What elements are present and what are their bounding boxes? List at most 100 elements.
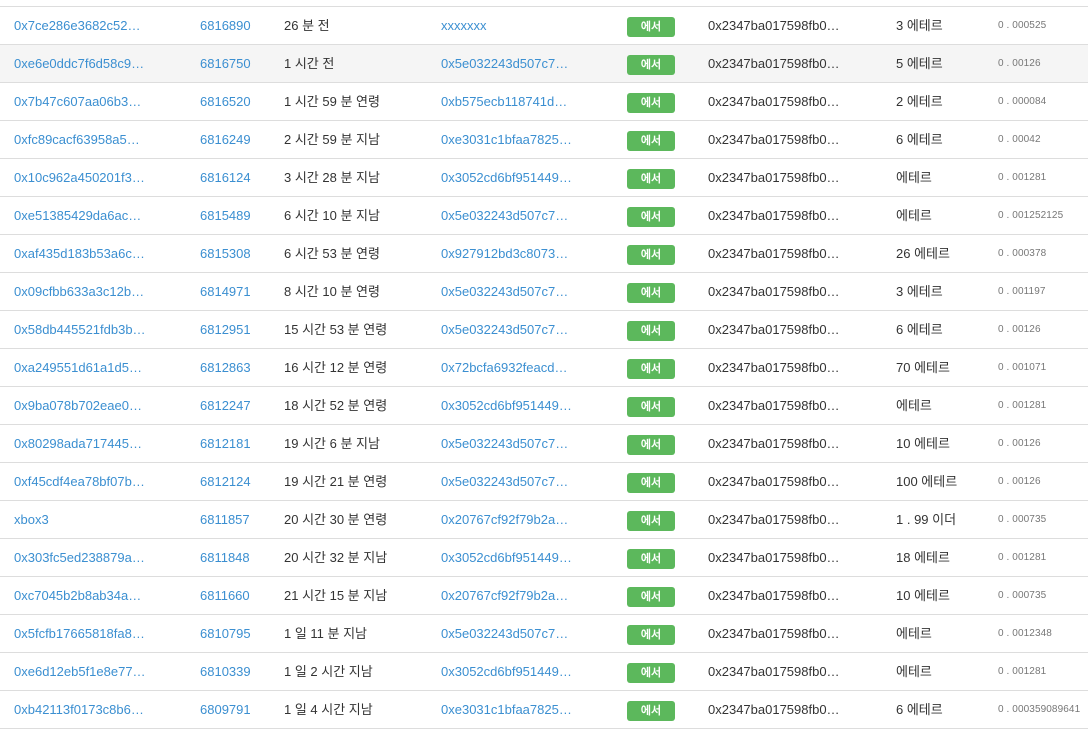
from-address-link[interactable]: 0xe3031c1bfaa7825… (441, 702, 572, 717)
to-address: 0x2347ba017598fb0… (708, 626, 840, 641)
tx-hash-link[interactable]: 0xe6d12eb5f1e8e77… (14, 664, 146, 679)
value-text: 70 에테르 (896, 360, 950, 375)
from-address-link[interactable]: 0xe3031c1bfaa7825… (441, 132, 572, 147)
table-row: 0xf45cdf4ea78bf07b… 6812124 19 시간 21 분 연… (0, 463, 1088, 501)
to-address: 0x2347ba017598fb0… (708, 512, 840, 527)
block-link[interactable]: 6811660 (200, 588, 250, 603)
from-address-link[interactable]: 0x3052cd6bf951449… (441, 550, 572, 565)
direction-badge: 에서 (627, 435, 675, 455)
from-address-link[interactable]: 0x72bcfa6932feacd… (441, 360, 567, 375)
from-address-link[interactable]: 0x927912bd3c8073… (441, 246, 568, 261)
tx-hash-link[interactable]: 0x80298ada717445… (14, 436, 142, 451)
direction-badge: 에서 (627, 93, 675, 113)
direction-badge: 에서 (627, 359, 675, 379)
value-text: 1 . 99 이더 (896, 512, 957, 527)
tx-hash-link[interactable]: 0x5fcfb17665818fa8… (14, 626, 145, 641)
direction-badge: 에서 (627, 549, 675, 569)
tx-hash-link[interactable]: 0x303fc5ed238879a… (14, 550, 145, 565)
value-text: 6 에테르 (896, 322, 943, 337)
tx-hash-link[interactable]: 0xa249551d61a1d5… (14, 360, 142, 375)
from-address-link[interactable]: 0x3052cd6bf951449… (441, 170, 572, 185)
block-link[interactable]: 6816890 (200, 18, 251, 33)
from-address-link[interactable]: 0x5e032243d507c7… (441, 474, 568, 489)
block-link[interactable]: 6812181 (200, 436, 251, 451)
to-address: 0x2347ba017598fb0… (708, 56, 840, 71)
tx-hash-link[interactable]: 0x9ba078b702eae0… (14, 398, 142, 413)
age-text: 1 시간 59 분 연령 (284, 94, 380, 109)
from-address-link[interactable]: 0x20767cf92f79b2a… (441, 512, 568, 527)
tx-hash-link[interactable]: 0xf45cdf4ea78bf07b… (14, 474, 145, 489)
tx-hash-link[interactable]: 0x7ce286e3682c52… (14, 18, 141, 33)
from-address-link[interactable]: 0x20767cf92f79b2a… (441, 588, 568, 603)
value-text: 2 에테르 (896, 94, 943, 109)
block-link[interactable]: 6816124 (200, 170, 251, 185)
block-link[interactable]: 6811857 (200, 512, 250, 527)
tx-hash-link[interactable]: 0x7b47c607aa06b3… (14, 94, 141, 109)
tx-hash-link[interactable]: 0xc7045b2b8ab34a… (14, 588, 141, 603)
from-address-link[interactable]: 0x5e032243d507c7… (441, 284, 568, 299)
block-link[interactable]: 6810339 (200, 664, 251, 679)
from-address-link[interactable]: xxxxxxx (441, 18, 487, 33)
from-address-link[interactable]: 0x5e032243d507c7… (441, 436, 568, 451)
value-text: 에테르 (896, 208, 932, 223)
tx-hash-link[interactable]: xbox3 (14, 512, 49, 527)
tx-hash-link[interactable]: 0xe51385429da6ac… (14, 208, 141, 223)
block-link[interactable]: 6812124 (200, 474, 251, 489)
age-text: 20 시간 30 분 연령 (284, 512, 388, 527)
age-text: 15 시간 53 분 연령 (284, 322, 388, 337)
to-address: 0x2347ba017598fb0… (708, 702, 840, 717)
block-link[interactable]: 6809791 (200, 702, 251, 717)
direction-badge: 에서 (627, 207, 675, 227)
direction-badge: 에서 (627, 663, 675, 683)
tx-hash-link[interactable]: 0xfc89cacf63958a5… (14, 132, 140, 147)
age-text: 19 시간 6 분 지남 (284, 436, 380, 451)
age-text: 1 시간 전 (284, 56, 335, 71)
block-link[interactable]: 6812951 (200, 322, 251, 337)
from-address-link[interactable]: 0x5e032243d507c7… (441, 322, 568, 337)
tx-hash-link[interactable]: 0xb42113f0173c8b6… (14, 702, 144, 717)
tx-hash-link[interactable]: 0x10c962a450201f3… (14, 170, 145, 185)
from-address-link[interactable]: 0x3052cd6bf951449… (441, 398, 572, 413)
value-text: 3 에테르 (896, 18, 943, 33)
tx-hash-link[interactable]: 0xe6e0ddc7f6d58c9… (14, 56, 144, 71)
value-text: 에테르 (896, 170, 932, 185)
from-address-link[interactable]: 0x5e032243d507c7… (441, 208, 568, 223)
to-address: 0x2347ba017598fb0… (708, 284, 840, 299)
direction-badge: 에서 (627, 701, 675, 721)
table-row: 0x303fc5ed238879a… 6811848 20 시간 32 분 지남… (0, 539, 1088, 577)
tx-hash-link[interactable]: 0x09cfbb633a3c12b… (14, 284, 144, 299)
to-address: 0x2347ba017598fb0… (708, 588, 840, 603)
value-text: 에테르 (896, 664, 932, 679)
block-link[interactable]: 6816249 (200, 132, 251, 147)
from-address-link[interactable]: 0x5e032243d507c7… (441, 626, 568, 641)
block-link[interactable]: 6814971 (200, 284, 251, 299)
direction-badge: 에서 (627, 131, 675, 151)
tx-hash-link[interactable]: 0xaf435d183b53a6c… (14, 246, 145, 261)
block-link[interactable]: 6811848 (200, 550, 250, 565)
table-row: 0x7ce286e3682c52… 6816890 26 분 전 xxxxxxx… (0, 7, 1088, 45)
tx-fee: 0 . 001071 (998, 362, 1047, 373)
from-address-link[interactable]: 0x5e032243d507c7… (441, 56, 568, 71)
from-address-link[interactable]: 0xb575ecb118741d… (441, 94, 567, 109)
block-link[interactable]: 6815489 (200, 208, 251, 223)
table-row: 0x58db445521fdb3b… 6812951 15 시간 53 분 연령… (0, 311, 1088, 349)
to-address: 0x2347ba017598fb0… (708, 170, 840, 185)
age-text: 19 시간 21 분 연령 (284, 474, 388, 489)
block-link[interactable]: 6815308 (200, 246, 251, 261)
from-address-link[interactable]: 0x3052cd6bf951449… (441, 664, 572, 679)
value-text: 26 에테르 (896, 246, 950, 261)
tx-fee: 0 . 001252125 (998, 210, 1064, 221)
value-text: 3 에테르 (896, 284, 943, 299)
block-link[interactable]: 6812247 (200, 398, 251, 413)
block-link[interactable]: 6816520 (200, 94, 251, 109)
tx-fee: 0 . 000359089641 (998, 704, 1081, 715)
block-link[interactable]: 6816750 (200, 56, 251, 71)
tx-fee: 0 . 0012348 (998, 628, 1052, 639)
tx-hash-link[interactable]: 0x58db445521fdb3b… (14, 322, 146, 337)
block-link[interactable]: 6810795 (200, 626, 251, 641)
age-text: 8 시간 10 분 연령 (284, 284, 380, 299)
table-row: 0xa249551d61a1d5… 6812863 16 시간 12 분 연령 … (0, 349, 1088, 387)
tx-fee: 0 . 000084 (998, 96, 1047, 107)
block-link[interactable]: 6812863 (200, 360, 251, 375)
tx-fee: 0 . 001281 (998, 172, 1047, 183)
